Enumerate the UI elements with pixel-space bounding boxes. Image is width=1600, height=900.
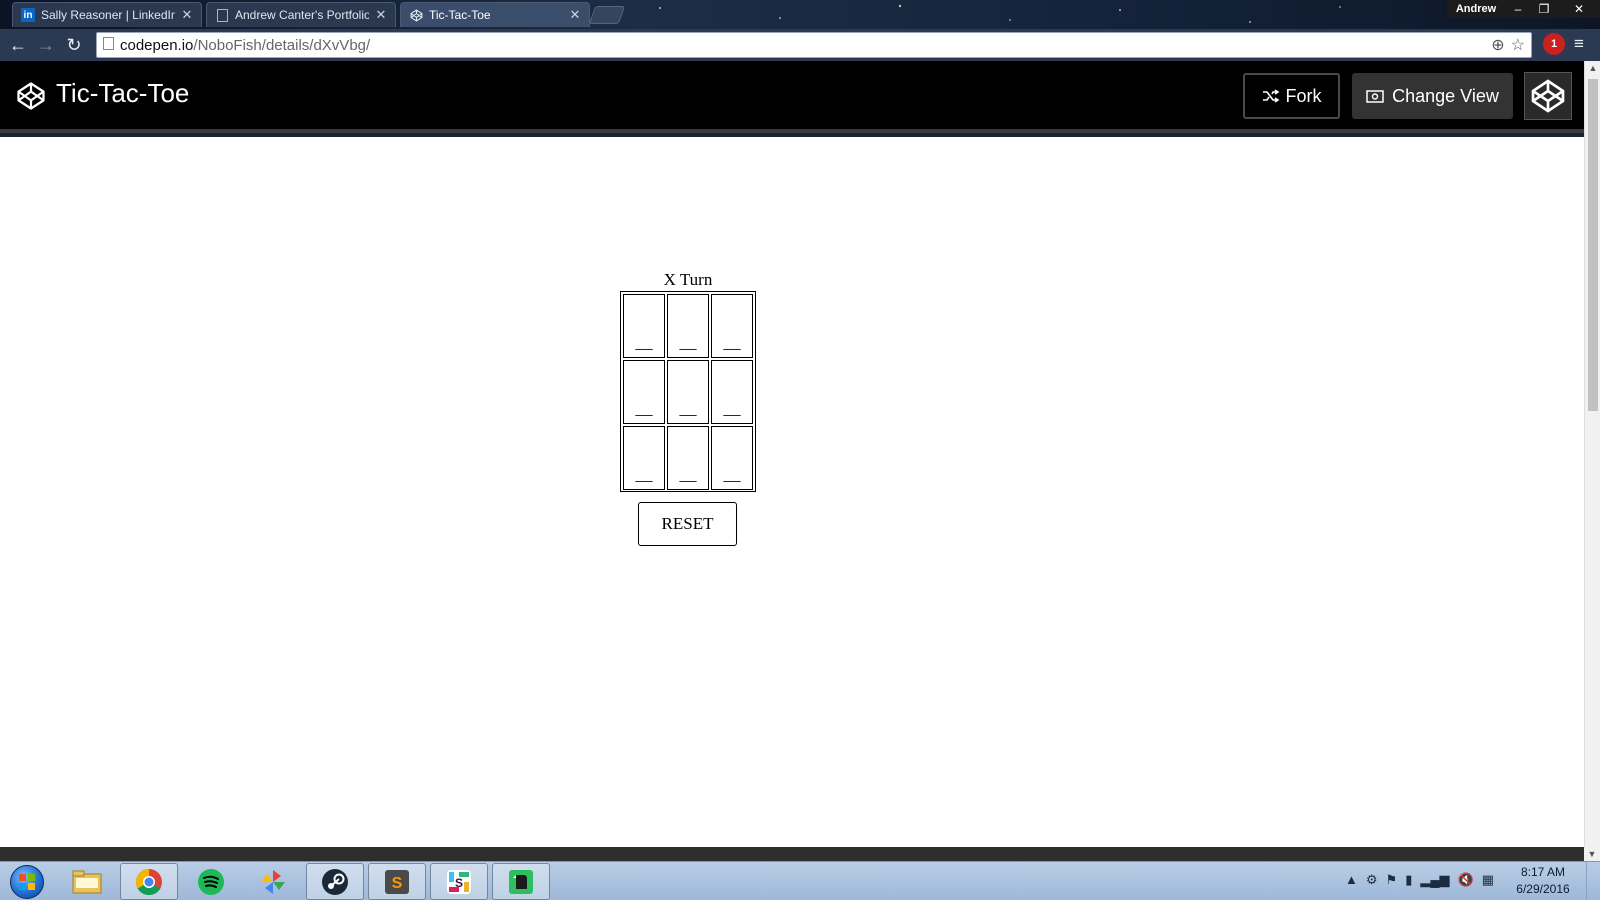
show-hidden-icons-icon[interactable]: ▲ — [1345, 872, 1358, 888]
tab-label: Tic-Tac-Toe — [429, 8, 491, 22]
board-cell[interactable]: __ — [711, 360, 753, 424]
power-icon[interactable]: ▮ — [1405, 872, 1412, 888]
change-view-label: Change View — [1392, 85, 1499, 106]
view-icon — [1366, 90, 1384, 103]
settings-gear-icon[interactable]: ⚙ — [1366, 872, 1378, 888]
close-icon[interactable]: ✕ — [375, 7, 387, 23]
address-bar[interactable]: codepen.io/NoboFish/details/dXvVbg/ ⊕ ☆ — [96, 32, 1532, 58]
avatar-codepen-icon — [1531, 79, 1565, 113]
board-cell[interactable]: __ — [667, 294, 709, 358]
page-icon — [215, 8, 229, 22]
evernote-icon[interactable] — [492, 863, 550, 900]
svg-text:S: S — [392, 875, 403, 892]
restore-icon[interactable]: ❐ — [1531, 0, 1557, 18]
board-cell[interactable]: __ — [667, 360, 709, 424]
spotify-icon[interactable] — [182, 863, 240, 900]
browser-titlebar: in Sally Reasoner | LinkedIn ✕ Andrew Ca… — [0, 0, 1600, 29]
turn-indicator: X Turn — [663, 270, 713, 289]
zoom-icon[interactable]: ⊕ — [1491, 35, 1504, 55]
system-clock[interactable]: 8:17 AM 6/29/2016 — [1508, 864, 1578, 898]
cell-value: __ — [635, 333, 653, 352]
svg-text:S: S — [455, 876, 463, 890]
network-signal-icon[interactable]: ▂▄▆ — [1420, 872, 1449, 888]
close-icon[interactable]: ✕ — [181, 7, 193, 23]
vertical-scrollbar[interactable]: ▲ — [1584, 61, 1600, 847]
slack-icon[interactable]: S — [430, 863, 488, 900]
chrome-icon[interactable] — [120, 863, 178, 900]
reset-button[interactable]: RESET — [638, 502, 737, 546]
show-desktop-button[interactable] — [1586, 862, 1600, 900]
board-cell[interactable]: __ — [623, 294, 665, 358]
scroll-up-icon[interactable]: ▲ — [1585, 61, 1600, 75]
sublime-text-icon[interactable]: S — [368, 863, 426, 900]
windows-taskbar: S S ▲ ⚙ ⚑ ▮ ▂▄▆ 🔇 ▦ 8:17 AM 6/29/2016 — [0, 861, 1600, 900]
reload-icon[interactable]: ↻ — [60, 31, 88, 59]
cell-value: __ — [723, 399, 741, 418]
cell-value: __ — [635, 465, 653, 484]
extension-icon[interactable]: 1 — [1543, 33, 1565, 55]
file-explorer-icon[interactable] — [58, 863, 116, 900]
bookmark-star-icon[interactable]: ☆ — [1511, 35, 1525, 55]
fork-label: Fork — [1285, 85, 1322, 106]
tab-label: Andrew Canter's Portfolio — [235, 8, 369, 22]
board-cell[interactable]: __ — [667, 426, 709, 490]
scrollbar-thumb[interactable] — [1588, 79, 1598, 411]
page-icon — [103, 36, 114, 54]
profile-name[interactable]: Andrew — [1447, 0, 1505, 18]
forward-icon[interactable]: → — [32, 31, 60, 59]
url-path: /NoboFish/details/dXvVbg/ — [193, 36, 371, 54]
hamburger-menu-icon[interactable]: ≡ — [1574, 34, 1584, 54]
action-center-flag-icon[interactable]: ⚑ — [1386, 872, 1398, 888]
user-avatar[interactable] — [1524, 72, 1572, 120]
pinwheel-app-icon[interactable] — [244, 863, 302, 900]
board-cell[interactable]: __ — [623, 360, 665, 424]
change-view-button[interactable]: Change View — [1352, 73, 1513, 119]
cell-value: __ — [723, 465, 741, 484]
start-button[interactable] — [4, 863, 50, 900]
game-board: __ __ __ __ __ __ __ __ __ — [620, 291, 756, 492]
codepen-icon — [409, 8, 423, 22]
codepen-header: Tic-Tac-Toe Fork Change View — [0, 61, 1584, 133]
cell-value: __ — [679, 333, 697, 352]
tab-portfolio[interactable]: Andrew Canter's Portfolio ✕ — [206, 2, 396, 27]
cell-value: __ — [723, 333, 741, 352]
codepen-logo-icon[interactable] — [16, 81, 46, 111]
volume-muted-icon[interactable]: 🔇 — [1458, 872, 1474, 888]
board-cell[interactable]: __ — [711, 426, 753, 490]
steam-icon[interactable] — [306, 863, 364, 900]
back-icon[interactable]: ← — [4, 31, 32, 59]
close-icon[interactable]: ✕ — [569, 7, 581, 23]
close-window-icon[interactable]: ✕ — [1557, 0, 1600, 18]
linkedin-icon: in — [21, 8, 35, 22]
browser-toolbar: ← → ↻ codepen.io/NoboFish/details/dXvVbg… — [0, 29, 1600, 61]
minimize-icon[interactable]: – — [1505, 0, 1531, 18]
pen-title: Tic-Tac-Toe — [56, 78, 190, 108]
clock-time: 8:17 AM — [1520, 865, 1566, 879]
tab-linkedin[interactable]: in Sally Reasoner | LinkedIn ✕ — [12, 2, 202, 27]
pen-preview: X Turn __ __ __ __ __ __ __ __ __ RESET — [0, 137, 1584, 847]
pen-footer-strip — [0, 847, 1584, 861]
board-cell[interactable]: __ — [623, 426, 665, 490]
tab-label: Sally Reasoner | LinkedIn — [41, 8, 175, 22]
url-host: codepen.io — [120, 36, 194, 54]
cell-value: __ — [635, 399, 653, 418]
tab-tic-tac-toe[interactable]: Tic-Tac-Toe ✕ — [400, 2, 590, 27]
extension-badge: 1 — [1550, 38, 1558, 50]
clock-date: 6/29/2016 — [1516, 882, 1570, 896]
windows-logo-icon — [10, 864, 44, 899]
fork-button[interactable]: Fork — [1243, 73, 1340, 119]
cell-value: __ — [679, 465, 697, 484]
system-tray: ▲ ⚙ ⚑ ▮ ▂▄▆ 🔇 ▦ — [1345, 872, 1494, 888]
scroll-down-icon[interactable]: ▼ — [1584, 847, 1600, 861]
windows-flag-icon[interactable]: ▦ — [1482, 872, 1494, 888]
cell-value: __ — [679, 399, 697, 418]
board-cell[interactable]: __ — [711, 294, 753, 358]
fork-icon — [1262, 89, 1279, 103]
